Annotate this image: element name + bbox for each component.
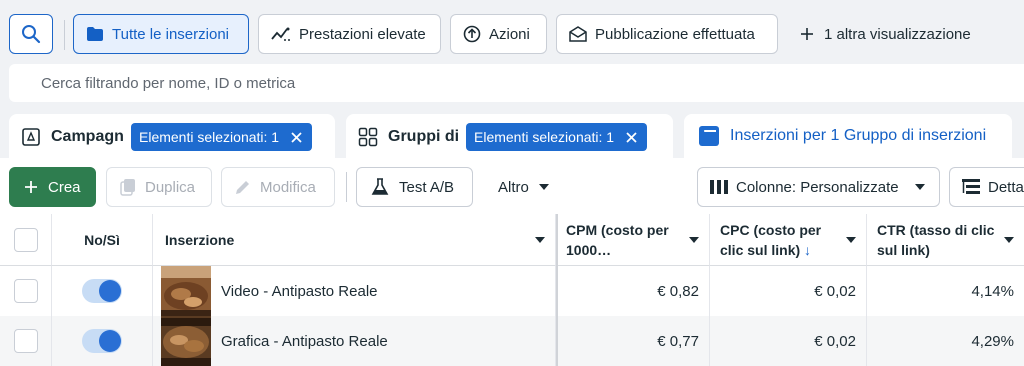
duplicate-button[interactable]: Duplica <box>106 167 212 207</box>
breakdown-dropdown[interactable]: Dettaglio <box>949 167 1024 207</box>
ad-thumbnail <box>161 266 211 316</box>
flag-icon <box>21 127 41 147</box>
caret-down-icon <box>689 237 699 243</box>
close-icon[interactable] <box>291 131 302 143</box>
header-toggle-label: No/Sì <box>84 231 120 248</box>
divider <box>64 20 65 50</box>
close-icon[interactable] <box>626 131 637 143</box>
header-toggle: No/Sì <box>52 214 153 266</box>
ab-test-label: Test A/B <box>399 178 455 196</box>
plus-icon <box>800 27 814 41</box>
table-row[interactable]: Grafica - Antipasto Reale € 0,77 € 0,02 … <box>0 316 1024 366</box>
ad-status-toggle[interactable] <box>82 279 122 303</box>
table-row[interactable]: Video - Antipasto Reale € 0,82 € 0,02 4,… <box>0 266 1024 316</box>
cpc-value: € 0,02 <box>710 266 867 316</box>
sort-desc-icon: ↓ <box>804 241 812 258</box>
row-toggle-cell <box>52 266 153 316</box>
tab-campaigns[interactable]: Campagne Elementi selezionati: 1 <box>9 114 335 160</box>
search-icon <box>21 24 41 44</box>
duplicate-label: Duplica <box>145 178 196 196</box>
create-label: Crea <box>48 178 81 196</box>
view-all-ads[interactable]: Tutte le inserzioni <box>73 14 249 54</box>
tab-ads[interactable]: Inserzioni per 1 Gruppo di inserzioni <box>684 114 1012 160</box>
row-select <box>0 266 52 316</box>
header-name-label: Inserzione <box>165 231 235 248</box>
duplicate-icon <box>119 178 137 196</box>
caret-down-icon <box>846 237 856 243</box>
upload-circle-icon <box>463 25 481 43</box>
ad-icon <box>698 125 720 147</box>
search-filter-placeholder: Cerca filtrando per nome, ID o metrica <box>41 74 296 92</box>
caret-down-icon <box>538 184 549 190</box>
view-high-performance[interactable]: Prestazioni elevate <box>258 14 441 54</box>
header-cpm[interactable]: CPM (costo per 1000… <box>558 214 710 266</box>
adsets-selection-label: Elementi selezionati: 1 <box>474 129 615 145</box>
view-published[interactable]: Pubblicazione effettuata <box>556 14 778 54</box>
ad-name[interactable]: Grafica - Antipasto Reale <box>221 333 388 350</box>
tab-campaigns-label: Campagne <box>51 128 123 145</box>
view-published-label: Pubblicazione effettuata <box>595 25 755 43</box>
search-button[interactable] <box>9 14 53 54</box>
caret-down-icon <box>1004 237 1014 243</box>
pencil-icon <box>234 178 252 196</box>
more-views-label: 1 altra visualizzazione <box>824 25 971 43</box>
ad-name[interactable]: Video - Antipasto Reale <box>221 283 378 300</box>
row-checkbox[interactable] <box>13 279 38 303</box>
create-button[interactable]: Crea <box>9 167 96 207</box>
caret-down-icon <box>914 184 925 190</box>
more-label: Altro <box>498 178 529 196</box>
view-actions-label: Azioni <box>489 25 530 43</box>
grid-icon <box>358 127 378 147</box>
row-select <box>0 316 52 366</box>
breakdown-label: Dettaglio <box>988 178 1024 196</box>
header-ctr-label: CTR (tasso di clic sul link) <box>877 221 995 258</box>
tab-adsets[interactable]: Gruppi di inserzioni Elementi selezionat… <box>346 114 673 160</box>
header-cpc[interactable]: CPC (costo per clic sul link) ↓ <box>710 214 867 266</box>
divider <box>346 172 347 202</box>
view-actions[interactable]: Azioni <box>450 14 547 54</box>
more-views-link[interactable]: 1 altra visualizzazione <box>796 14 996 54</box>
row-name-cell[interactable]: Video - Antipasto Reale <box>153 266 556 316</box>
cpc-value: € 0,02 <box>710 316 867 366</box>
view-all-ads-label: Tutte le inserzioni <box>112 25 229 43</box>
header-select-all <box>0 214 52 266</box>
adsets-selection-chip[interactable]: Elementi selezionati: 1 <box>466 123 648 151</box>
view-high-performance-label: Prestazioni elevate <box>299 25 426 43</box>
row-name-cell[interactable]: Grafica - Antipasto Reale <box>153 316 556 366</box>
header-cpc-label: CPC (costo per clic sul link) ↓ <box>720 221 822 258</box>
tab-adsets-label: Gruppi di inserzioni <box>388 128 458 145</box>
row-toggle-cell <box>52 316 153 366</box>
frozen-column-divider <box>556 214 558 366</box>
cpm-value: € 0,77 <box>558 316 710 366</box>
cpm-value: € 0,82 <box>558 266 710 316</box>
row-checkbox[interactable] <box>13 329 38 353</box>
edit-label: Modifica <box>260 178 316 196</box>
columns-icon <box>710 180 728 194</box>
columns-dropdown[interactable]: Colonne: Personalizzate <box>697 167 940 207</box>
select-all-checkbox[interactable] <box>13 227 38 252</box>
header-ctr[interactable]: CTR (tasso di clic sul link) <box>867 214 1024 266</box>
ctr-value: 4,29% <box>971 332 1014 350</box>
campaigns-selection-label: Elementi selezionati: 1 <box>139 129 280 145</box>
ab-test-button[interactable]: Test A/B <box>356 167 473 207</box>
columns-label: Colonne: Personalizzate <box>736 178 899 196</box>
trend-icon <box>271 26 291 42</box>
header-name[interactable]: Inserzione <box>153 214 556 266</box>
header-cpm-label: CPM (costo per 1000… <box>566 221 669 258</box>
folder-icon <box>86 26 104 42</box>
search-filter-input[interactable]: Cerca filtrando per nome, ID o metrica <box>9 64 1024 102</box>
envelope-icon <box>569 26 587 42</box>
breakdown-icon <box>962 179 980 195</box>
flask-icon <box>371 178 389 196</box>
more-dropdown[interactable]: Altro <box>482 167 572 207</box>
ctr-value: 4,14% <box>971 282 1014 300</box>
caret-down-icon <box>535 237 545 243</box>
tab-ads-label: Inserzioni per 1 Gruppo di inserzioni <box>730 127 987 144</box>
ad-status-toggle[interactable] <box>82 329 122 353</box>
edit-button[interactable]: Modifica <box>221 167 335 207</box>
plus-icon <box>24 180 38 194</box>
ad-thumbnail <box>161 316 211 366</box>
campaigns-selection-chip[interactable]: Elementi selezionati: 1 <box>131 123 313 151</box>
